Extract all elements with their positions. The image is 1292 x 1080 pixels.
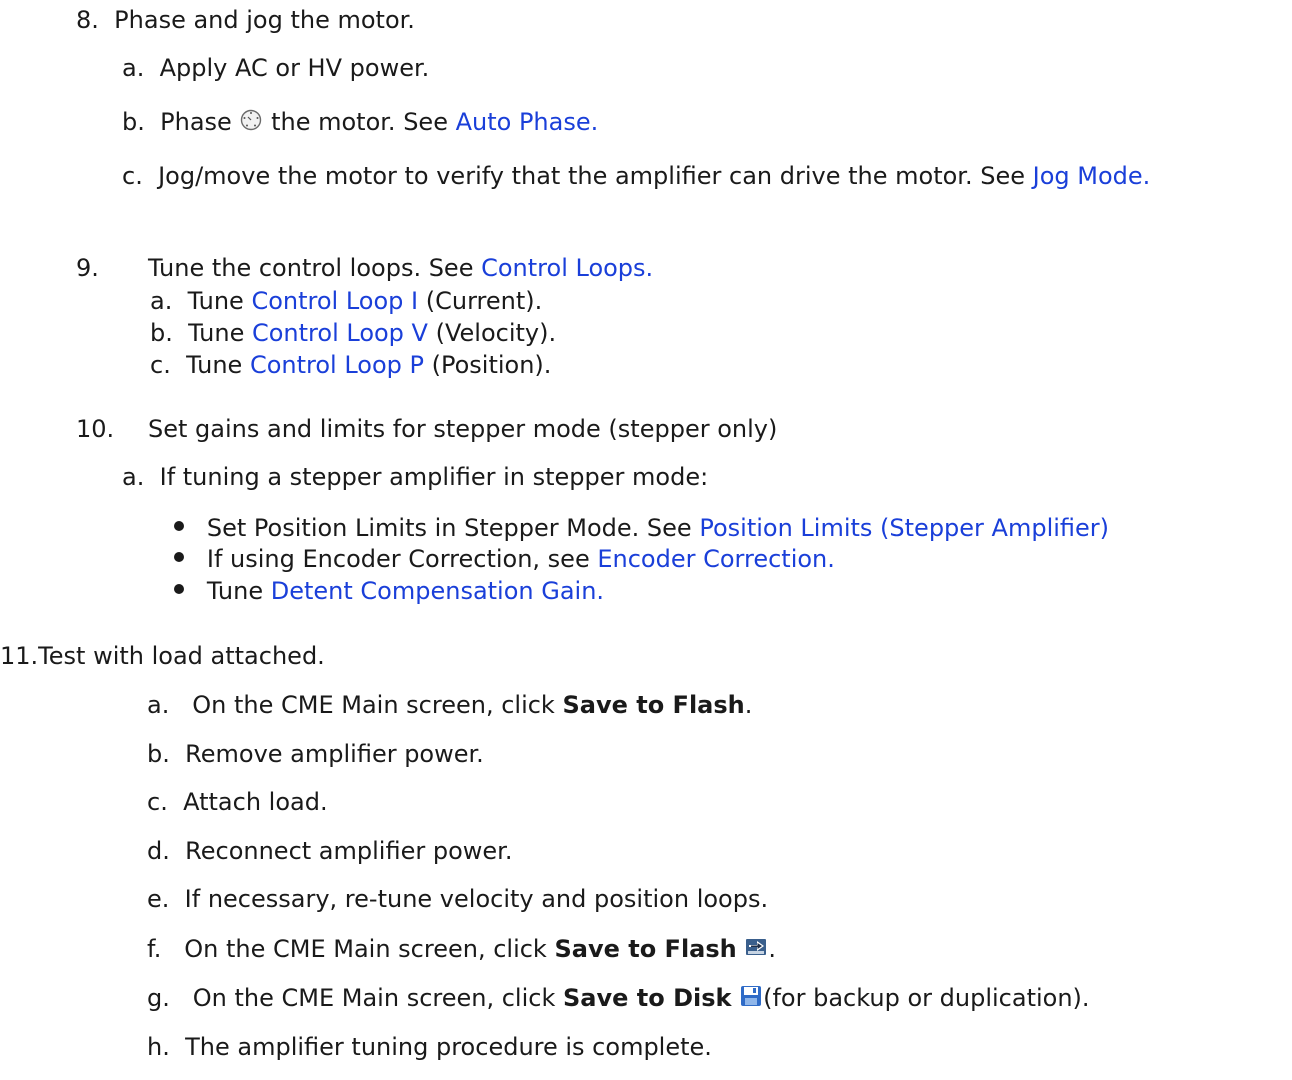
step-8c: c. Jog/move the motor to verify that the…	[122, 162, 1150, 190]
step-number: 11.	[0, 642, 39, 670]
step-9a: a. Tune Control Loop I (Current).	[150, 287, 542, 315]
save-to-flash-label: Save to Flash	[554, 935, 737, 963]
step-number: 9.	[76, 254, 99, 282]
item-text: Tune	[186, 351, 243, 379]
item-marker: d.	[147, 837, 170, 865]
item-text: If necessary, re-tune velocity and posit…	[184, 885, 769, 913]
save-to-disk-icon[interactable]	[739, 984, 763, 1014]
save-to-flash-label: Save to Flash	[562, 691, 745, 719]
bullet-text: If using Encoder Correction, see	[206, 545, 590, 573]
control-loop-p-link[interactable]: Control Loop P	[250, 351, 424, 379]
item-text: Tune	[187, 287, 244, 315]
save-to-flash-icon[interactable]	[744, 936, 768, 964]
save-to-disk-label: Save to Disk	[563, 984, 732, 1012]
item-text: (for backup or duplication).	[763, 984, 1090, 1012]
step-text: Tune the control loops. See	[148, 254, 474, 282]
bullet-icon	[174, 552, 184, 562]
detent-compensation-gain-link[interactable]: Detent Compensation Gain.	[271, 577, 604, 605]
bullet-item: Set Position Limits in Stepper Mode. See…	[174, 514, 1109, 542]
item-text: (Velocity).	[435, 319, 557, 347]
step-9b: b. Tune Control Loop V (Velocity).	[150, 319, 556, 347]
item-text: The amplifier tuning procedure is comple…	[185, 1033, 712, 1061]
encoder-correction-link[interactable]: Encoder Correction.	[597, 545, 835, 573]
item-text: Apply AC or HV power.	[159, 54, 430, 82]
step-number: 10.	[76, 415, 115, 443]
step-9-heading: 9. Tune the control loops. See Control Lo…	[76, 254, 653, 282]
step-9c: c. Tune Control Loop P (Position).	[150, 351, 551, 379]
step-8b: b. Phase the motor. See Auto Phase.	[122, 108, 598, 138]
item-text: .	[744, 691, 753, 719]
step-11e: e. If necessary, re-tune velocity and po…	[147, 885, 768, 913]
bullet-item: If using Encoder Correction, see Encoder…	[174, 545, 835, 573]
step-title: Test with load attached.	[38, 642, 325, 670]
item-text: (Position).	[431, 351, 552, 379]
bullet-icon	[174, 584, 184, 594]
phase-dial-icon[interactable]	[239, 108, 263, 138]
item-text: If tuning a stepper amplifier in stepper…	[159, 463, 709, 491]
item-marker: a.	[122, 54, 145, 82]
step-11a: a. On the CME Main screen, click Save to…	[147, 691, 752, 719]
step-number: 8.	[76, 6, 99, 34]
item-marker: b.	[147, 740, 170, 768]
item-marker: c.	[150, 351, 171, 379]
step-8a: a. Apply AC or HV power.	[122, 54, 429, 82]
step-11-heading: 11.Test with load attached.	[0, 642, 325, 670]
item-text: On the CME Main screen, click	[192, 691, 555, 719]
item-marker: f.	[147, 935, 162, 963]
item-text: Phase	[160, 108, 232, 136]
item-marker: c.	[147, 788, 168, 816]
item-text: Remove amplifier power.	[185, 740, 484, 768]
step-11h: h. The amplifier tuning procedure is com…	[147, 1033, 712, 1061]
step-11f: f. On the CME Main screen, click Save to…	[147, 935, 776, 964]
control-loops-link[interactable]: Control Loops.	[481, 254, 653, 282]
item-text: On the CME Main screen, click	[184, 935, 547, 963]
item-text: (Current).	[425, 287, 543, 315]
bullet-text: Tune	[206, 577, 264, 605]
item-text: On the CME Main screen, click	[192, 984, 556, 1012]
item-text: Attach load.	[183, 788, 328, 816]
item-marker: a.	[150, 287, 173, 315]
item-marker: g.	[147, 984, 170, 1012]
item-marker: a.	[122, 463, 145, 491]
item-marker: b.	[122, 108, 145, 136]
item-marker: a.	[147, 691, 170, 719]
bullet-icon	[174, 521, 184, 531]
step-10a: a. If tuning a stepper amplifier in step…	[122, 463, 708, 491]
step-11c: c. Attach load.	[147, 788, 328, 816]
item-text: .	[768, 935, 777, 963]
bullet-item: Tune Detent Compensation Gain.	[174, 577, 604, 605]
item-marker: e.	[147, 885, 170, 913]
step-11g: g. On the CME Main screen, click Save to…	[147, 984, 1090, 1014]
item-marker: h.	[147, 1033, 170, 1061]
item-text: Jog/move the motor to verify that the am…	[158, 162, 1025, 190]
step-title: Phase and jog the motor.	[114, 6, 415, 34]
step-title: Set gains and limits for stepper mode (s…	[148, 415, 778, 443]
item-text: Reconnect amplifier power.	[185, 837, 513, 865]
item-text: Tune	[188, 319, 245, 347]
jog-mode-link[interactable]: Jog Mode.	[1033, 162, 1151, 190]
item-text: the motor. See	[271, 108, 448, 136]
item-marker: b.	[150, 319, 173, 347]
bullet-text: Set Position Limits in Stepper Mode. See	[206, 514, 692, 542]
item-marker: c.	[122, 162, 143, 190]
position-limits-link[interactable]: Position Limits (Stepper Amplifier)	[699, 514, 1109, 542]
control-loop-i-link[interactable]: Control Loop I	[251, 287, 418, 315]
control-loop-v-link[interactable]: Control Loop V	[252, 319, 428, 347]
step-11d: d. Reconnect amplifier power.	[147, 837, 512, 865]
step-10-heading: 10. Set gains and limits for stepper mode…	[76, 415, 777, 443]
auto-phase-link[interactable]: Auto Phase.	[456, 108, 599, 136]
document-page: 8. Phase and jog the motor. a. Apply AC …	[0, 0, 1292, 1080]
step-8-heading: 8. Phase and jog the motor.	[76, 6, 415, 34]
step-11b: b. Remove amplifier power.	[147, 740, 484, 768]
